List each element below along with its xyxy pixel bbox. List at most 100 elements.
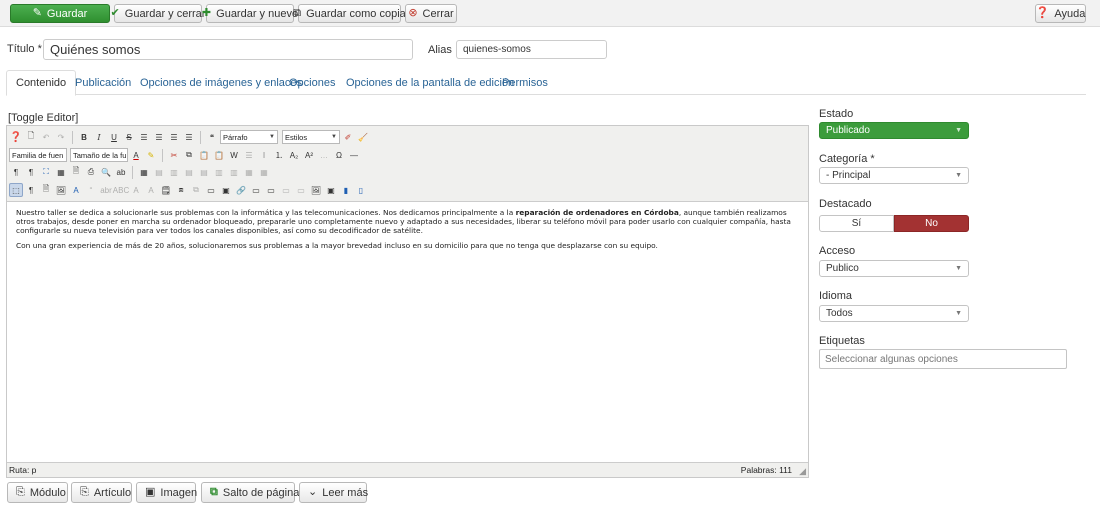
code-icon[interactable]: ▣ <box>324 183 338 197</box>
resize-grip-icon[interactable]: ◢ <box>799 466 806 477</box>
table-delete-col-icon[interactable]: ▥ <box>227 165 241 179</box>
close-button[interactable]: ⊗ Cerrar <box>405 4 457 23</box>
insert-image-button[interactable]: ▣ Imagen <box>136 482 197 503</box>
acronym-icon[interactable]: ABC <box>113 183 129 197</box>
format-select[interactable]: Párrafo ▼ <box>220 130 278 144</box>
highlight-color-icon[interactable]: ✎ <box>144 148 158 162</box>
nonbreaking-icon[interactable]: ▭ <box>264 183 278 197</box>
input-icon[interactable]: ▭ <box>204 183 218 197</box>
html-source-icon[interactable]: ▮ <box>339 183 353 197</box>
del-icon[interactable]: A <box>129 183 143 197</box>
horizontal-rule-icon[interactable]: — <box>347 148 361 162</box>
align-right-icon[interactable]: ☰ <box>167 130 181 144</box>
pagebreak-icon[interactable]: ▭ <box>279 183 293 197</box>
abbr-icon[interactable]: abr <box>99 183 113 197</box>
rtl-icon[interactable]: ¶ <box>24 165 38 179</box>
undo-icon[interactable]: ↶ <box>39 130 53 144</box>
paste-text-icon[interactable]: 📋 <box>212 148 226 162</box>
featured-yes-button[interactable]: Sí <box>819 215 894 232</box>
table-split-icon[interactable]: ▦ <box>257 165 271 179</box>
title-input[interactable]: Quiénes somos <box>43 39 413 60</box>
table-icon[interactable]: ▦ <box>54 165 68 179</box>
list-indent-icon[interactable]: ☰ <box>242 148 256 162</box>
help-button[interactable]: ❓ Ayuda <box>1035 4 1086 23</box>
italic-icon[interactable]: I <box>92 130 106 144</box>
fullscreen-icon[interactable]: ⛶ <box>39 165 53 179</box>
align-justify-icon[interactable]: ☰ <box>182 130 196 144</box>
table-insert-row-icon[interactable]: ▤ <box>182 165 196 179</box>
toggle-editor-link[interactable]: [Toggle Editor] <box>8 112 78 124</box>
tab-permisos[interactable]: Permisos <box>493 70 557 95</box>
spellcheck-icon[interactable]: A <box>69 183 83 197</box>
tags-input[interactable]: Seleccionar algunas opciones <box>819 349 1067 369</box>
table-row-props-icon[interactable]: ▤ <box>152 165 166 179</box>
image-manager-icon[interactable]: 🖼 <box>309 183 323 197</box>
align-left-icon[interactable]: ☰ <box>137 130 151 144</box>
cut-icon[interactable]: ✂ <box>167 148 181 162</box>
move-layer-icon[interactable]: ⧉ <box>189 183 203 197</box>
redo-icon[interactable]: ↷ <box>54 130 68 144</box>
tab-publicacion[interactable]: Publicación <box>66 70 140 95</box>
save-close-button[interactable]: ✔ Guardar y cerrar <box>111 4 205 23</box>
font-size-select[interactable]: Tamaño de la fu▼ <box>70 148 128 162</box>
media-icon[interactable]: ▣ <box>219 183 233 197</box>
replace-icon[interactable]: ab <box>114 165 128 179</box>
charmap-icon[interactable]: … <box>317 148 331 162</box>
styles-select[interactable]: Estilos ▼ <box>282 130 340 144</box>
attributes-icon[interactable]: 🗒 <box>159 183 173 197</box>
ins-icon[interactable]: A <box>144 183 158 197</box>
alias-input[interactable]: quienes-somos <box>456 40 607 59</box>
table-merge-icon[interactable]: ▦ <box>242 165 256 179</box>
superscript-icon[interactable]: A² <box>302 148 316 162</box>
font-family-select[interactable]: Familia de fuen▼ <box>9 148 67 162</box>
state-select[interactable]: Publicado ▼ <box>819 122 969 139</box>
table-insert-col-icon[interactable]: ▥ <box>212 165 226 179</box>
print-icon[interactable]: ⎙ <box>84 165 98 179</box>
table-cell-props-icon[interactable]: ▥ <box>167 165 181 179</box>
anchor-icon[interactable]: ▭ <box>249 183 263 197</box>
copy-icon[interactable]: ⧉ <box>182 148 196 162</box>
language-select[interactable]: Todos ▼ <box>819 305 969 322</box>
template-icon[interactable]: 🗎 <box>39 183 53 197</box>
save-doc-icon[interactable]: ▯ <box>354 183 368 197</box>
visual-aid-icon[interactable]: ⬚ <box>9 183 23 197</box>
insert-module-button[interactable]: ⎘ Módulo <box>7 482 68 503</box>
bullet-list-icon[interactable]: ⁝ <box>257 148 271 162</box>
preview-icon[interactable]: 🗎 <box>69 165 83 179</box>
subscript-icon[interactable]: A₂ <box>287 148 301 162</box>
featured-no-button[interactable]: No <box>894 215 969 232</box>
category-select[interactable]: - Principal ▼ <box>819 167 969 184</box>
save-button[interactable]: ✎ Guardar <box>10 4 110 23</box>
access-select[interactable]: Publico ▼ <box>819 260 969 277</box>
insert-article-button[interactable]: ⎘ Artículo <box>71 482 132 503</box>
search-icon[interactable]: 🔍 <box>99 165 113 179</box>
numbered-list-icon[interactable]: ⒈ <box>272 148 286 162</box>
underline-icon[interactable]: U <box>107 130 121 144</box>
text-color-icon[interactable]: A <box>129 148 143 162</box>
save-new-button[interactable]: ✚ Guardar y nuevo <box>202 4 298 23</box>
editor-content[interactable]: Nuestro taller se dedica a solucionarle … <box>16 208 801 256</box>
read-more-button[interactable]: ⌄ Leer más <box>299 482 368 503</box>
bold-icon[interactable]: B <box>77 130 91 144</box>
cleanup-icon[interactable]: 🧹 <box>356 130 370 144</box>
insert-image-icon[interactable]: 🖼 <box>54 183 68 197</box>
page-break-button[interactable]: ⧉ Salto de página <box>201 482 299 503</box>
tab-opciones[interactable]: Opciones <box>280 70 344 95</box>
new-document-icon[interactable]: 🗋 <box>24 130 38 144</box>
paste-word-icon[interactable]: W <box>227 148 241 162</box>
insert-link-icon[interactable]: 🔗 <box>234 183 248 197</box>
layer-icon[interactable]: ⧈ <box>174 183 188 197</box>
ltr-icon[interactable]: ¶ <box>9 165 23 179</box>
insert-table-icon[interactable]: ▦ <box>137 165 151 179</box>
help-icon[interactable]: ❓ <box>9 130 23 144</box>
save-copy-button[interactable]: ⧉ Guardar como copia <box>293 4 406 23</box>
clear-format-icon[interactable]: ✐ <box>341 130 355 144</box>
table-delete-row-icon[interactable]: ▤ <box>197 165 211 179</box>
omega-icon[interactable]: Ω <box>332 148 346 162</box>
strikethrough-icon[interactable]: S <box>122 130 136 144</box>
style-props-icon[interactable]: ▭ <box>294 183 308 197</box>
cite-icon[interactable]: “ <box>84 183 98 197</box>
show-blocks-icon[interactable]: ¶ <box>24 183 38 197</box>
paste-icon[interactable]: 📋 <box>197 148 211 162</box>
blockquote-icon[interactable]: ❝ <box>205 130 219 144</box>
